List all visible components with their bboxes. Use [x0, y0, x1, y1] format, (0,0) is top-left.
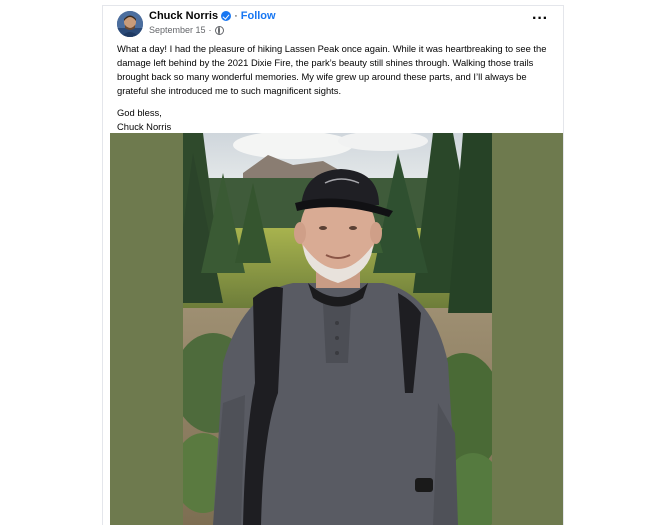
post-card: Chuck Norris · Follow September 15 · ···…	[102, 5, 564, 525]
post-header: Chuck Norris · Follow September 15 · ···	[103, 6, 563, 42]
separator-dot: ·	[234, 10, 238, 22]
signature-line: Chuck Norris	[117, 121, 172, 132]
globe-icon	[214, 25, 224, 35]
avatar-image	[117, 11, 143, 37]
hiker-photo-illustration	[183, 133, 492, 525]
follow-button[interactable]: Follow	[241, 10, 276, 22]
post-paragraph: What a day! I had the pleasure of hiking…	[117, 43, 547, 96]
closing-line: God bless,	[117, 107, 162, 118]
post-photo[interactable]	[110, 133, 563, 525]
verified-badge-icon	[221, 11, 232, 21]
post-text: What a day! I had the pleasure of hiking…	[117, 42, 557, 134]
author-line: Chuck Norris · Follow	[149, 10, 276, 22]
author-avatar[interactable]	[117, 11, 143, 37]
post-meta: September 15 ·	[149, 25, 224, 35]
author-name[interactable]: Chuck Norris	[149, 10, 218, 22]
more-options-icon[interactable]: ···	[531, 11, 549, 30]
date-separator: ·	[208, 25, 212, 35]
photo-content	[183, 133, 492, 525]
post-date[interactable]: September 15	[149, 25, 206, 35]
